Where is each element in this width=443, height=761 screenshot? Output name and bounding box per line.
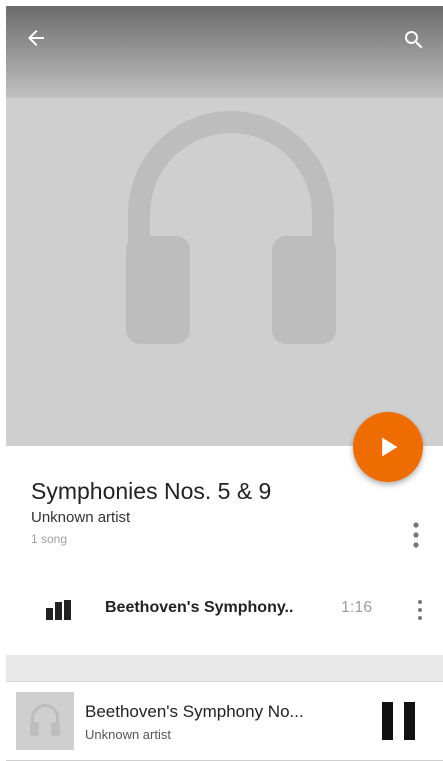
list-divider: [6, 655, 443, 681]
track-row[interactable]: Beethoven's Symphony.. 1:16: [6, 584, 443, 634]
album-song-count: 1 song: [31, 532, 68, 546]
play-fab-button[interactable]: [353, 412, 423, 482]
headphones-icon: [126, 111, 336, 344]
now-playing-artist: Unknown artist: [85, 727, 171, 742]
back-button[interactable]: [16, 18, 56, 58]
play-icon: [382, 437, 398, 457]
album-artist: Unknown artist: [31, 509, 131, 526]
headphones-icon: [30, 704, 60, 736]
arrow-back-icon: [28, 30, 44, 46]
album-art: [6, 6, 443, 446]
now-playing-thumbnail: [16, 692, 74, 750]
track-overflow-menu-icon[interactable]: [410, 598, 430, 622]
search-button[interactable]: [394, 20, 434, 60]
header-gradient: [6, 6, 443, 98]
album-overflow-menu-icon[interactable]: [404, 518, 428, 552]
search-icon: [405, 31, 423, 49]
now-playing-title: Beethoven's Symphony No...: [85, 702, 304, 721]
album-screen: Symphonies Nos. 5 & 9 Unknown artist 1 s…: [0, 0, 443, 761]
now-playing-equalizer-icon: [46, 600, 71, 620]
now-playing-bar[interactable]: Beethoven's Symphony No... Unknown artis…: [6, 681, 443, 761]
album-title: Symphonies Nos. 5 & 9: [31, 478, 272, 504]
pause-button[interactable]: [382, 702, 416, 740]
track-duration: 1:16: [341, 599, 373, 616]
track-title: Beethoven's Symphony..: [105, 599, 294, 616]
